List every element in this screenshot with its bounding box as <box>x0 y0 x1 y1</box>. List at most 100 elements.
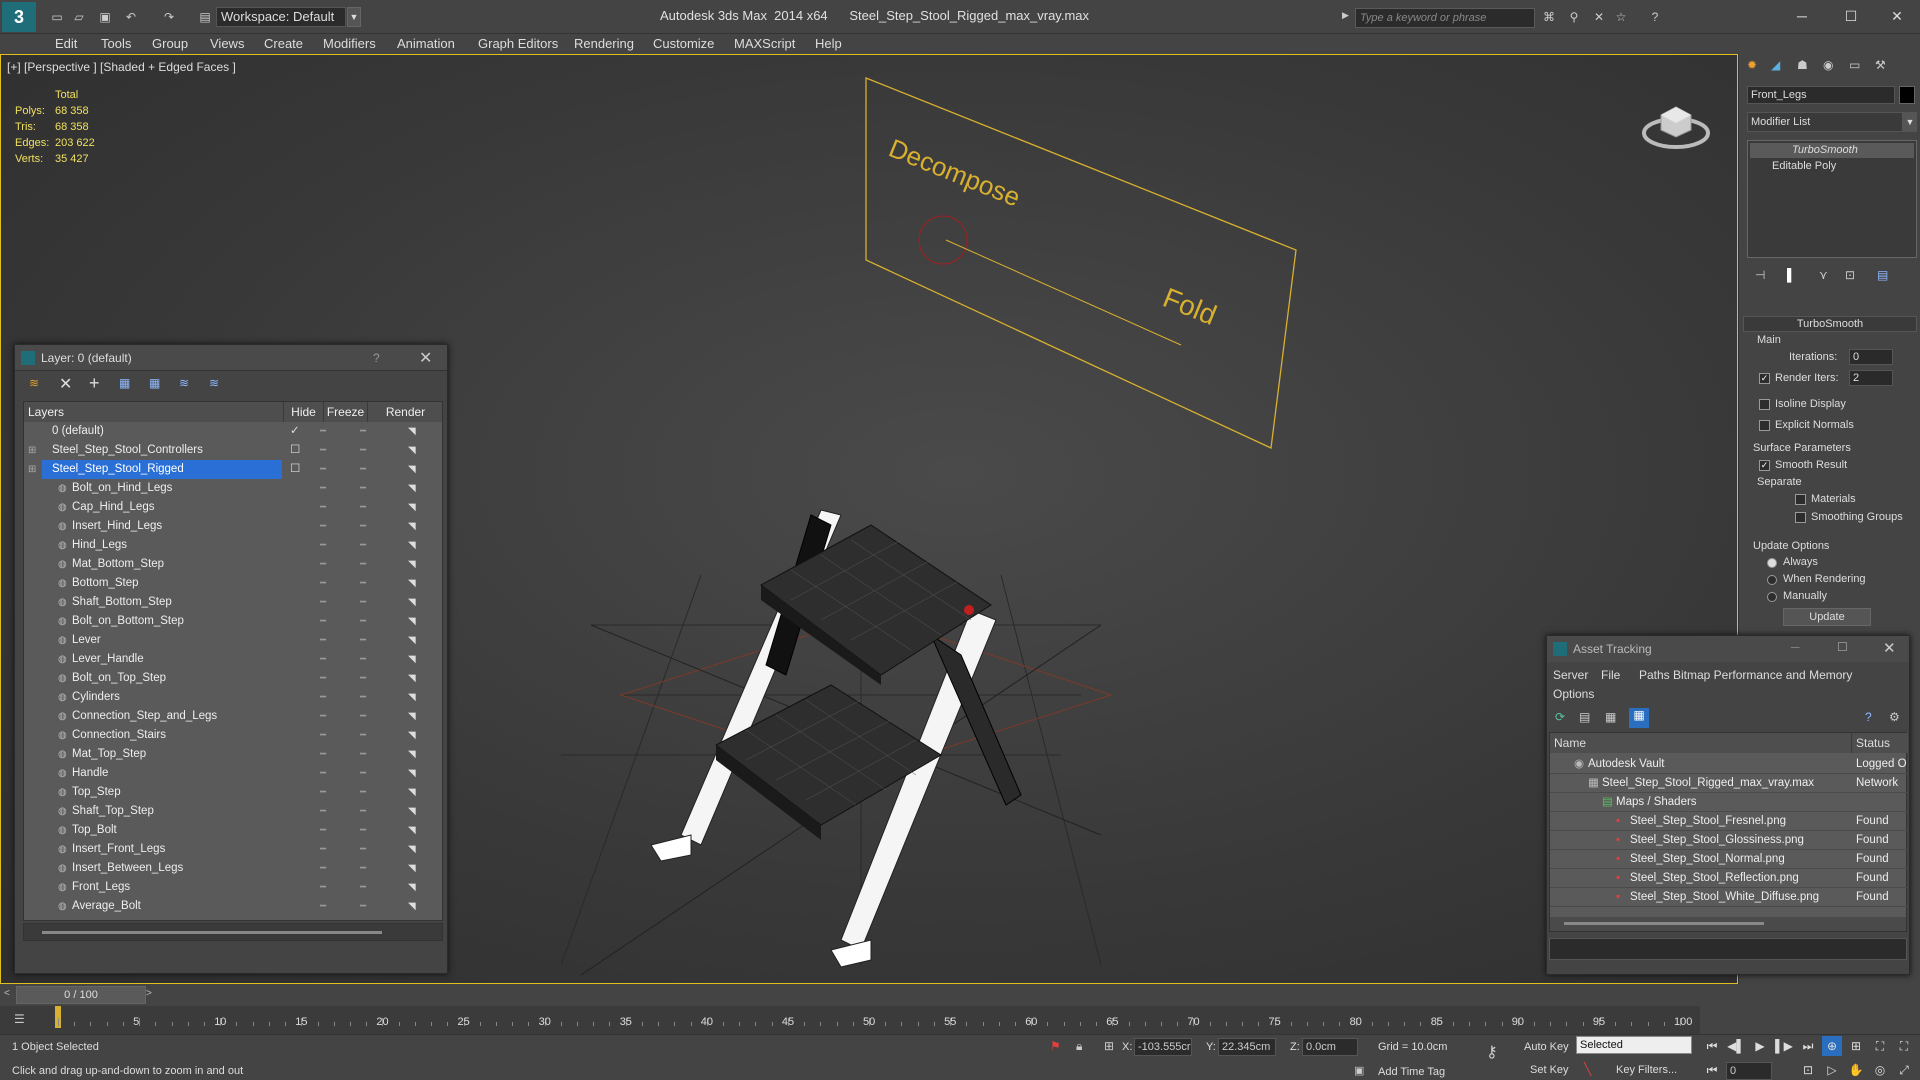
render-toggle-icon[interactable]: ◥ <box>408 593 416 612</box>
remove-modifier-icon[interactable]: ⊡ <box>1845 268 1855 282</box>
freeze-toggle-icon[interactable]: ━ <box>360 840 366 859</box>
render-toggle-icon[interactable]: ◥ <box>408 422 416 441</box>
go-to-end-icon[interactable]: ⏭ <box>1798 1036 1818 1056</box>
freeze-all-icon[interactable]: ≋ <box>209 376 219 390</box>
display-tab-icon[interactable]: ▭ <box>1849 58 1860 72</box>
help-icon[interactable]: ? <box>1865 710 1872 724</box>
object-row[interactable]: ◍ Lever ━ ━ ◥ <box>24 631 442 650</box>
key-mode-toggle-icon[interactable]: ⏮ <box>1702 1060 1722 1080</box>
stack-item-editable-poly[interactable]: Editable Poly <box>1750 159 1914 174</box>
tools-icon[interactable]: ✕ <box>1590 9 1608 25</box>
asset-hscroll[interactable] <box>1550 917 1906 931</box>
hide-toggle-icon[interactable]: ━ <box>320 612 326 631</box>
play-icon[interactable]: ▶ <box>1750 1036 1770 1056</box>
column-hide[interactable]: Hide <box>284 402 324 422</box>
help-icon[interactable]: ? <box>373 351 380 365</box>
pin-stack-icon[interactable]: ⊣ <box>1755 268 1765 282</box>
manually-radio[interactable] <box>1767 592 1777 602</box>
make-unique-icon[interactable]: ⋎ <box>1819 268 1828 282</box>
highlight-layer-icon[interactable]: ▦ <box>149 376 160 390</box>
field-of-view-icon[interactable]: ▷ <box>1822 1060 1842 1080</box>
hide-toggle-icon[interactable]: ━ <box>320 688 326 707</box>
hide-toggle-icon[interactable]: ━ <box>320 574 326 593</box>
menu-bitmap-performance[interactable]: Bitmap Performance and Memory <box>1673 668 1852 682</box>
explicit-normals-checkbox[interactable] <box>1759 420 1770 431</box>
detail-view-icon[interactable]: ▦ <box>1605 710 1616 724</box>
object-name[interactable]: Handle <box>72 764 108 783</box>
asset-row[interactable]: ▦ Steel_Step_Stool_Rigged_max_vray.max N… <box>1550 774 1908 793</box>
menu-modifiers[interactable]: Modifiers <box>323 36 376 51</box>
asset-row[interactable]: ▪ Steel_Step_Stool_Reflection.png Found <box>1550 869 1908 888</box>
render-toggle-icon[interactable]: ◥ <box>408 536 416 555</box>
select-objects-icon[interactable]: ▦ <box>119 376 130 390</box>
track-bar[interactable]: ☰ 5 10 15 20 25 30 35 40 45 50 55 60 65 70 75 80 85 90 95 1… <box>0 1006 1700 1034</box>
render-toggle-icon[interactable]: ◥ <box>408 726 416 745</box>
close-icon[interactable]: ✕ <box>1883 639 1896 657</box>
render-toggle-icon[interactable]: ◥ <box>408 707 416 726</box>
object-row[interactable]: ◍ Mat_Top_Step ━ ━ ◥ <box>24 745 442 764</box>
object-row[interactable]: ◍ Mat_Bottom_Step ━ ━ ◥ <box>24 555 442 574</box>
layer-row[interactable]: 0 (default) ✓ ━ ━ ◥ <box>24 422 442 441</box>
undo-icon[interactable]: ↶ <box>122 9 140 25</box>
render-iters-checkbox[interactable]: ✓ <box>1759 373 1770 384</box>
favorites-star-icon[interactable]: ☆ <box>1612 9 1630 25</box>
object-row[interactable]: ◍ Cap_Hind_Legs ━ ━ ◥ <box>24 498 442 517</box>
render-toggle-icon[interactable]: ◥ <box>408 555 416 574</box>
hide-toggle-icon[interactable]: ━ <box>320 460 326 479</box>
freeze-toggle-icon[interactable]: ━ <box>360 802 366 821</box>
render-toggle-icon[interactable]: ◥ <box>408 764 416 783</box>
menu-maxscript[interactable]: MAXScript <box>734 36 795 51</box>
layer-row[interactable]: ⊞ Steel_Step_Stool_Rigged ☐ ━ ━ ◥ <box>24 460 442 479</box>
menu-file[interactable]: File <box>1601 668 1620 682</box>
update-button[interactable]: Update <box>1783 608 1871 626</box>
object-name[interactable]: Top_Bolt <box>72 821 117 840</box>
project-folder-icon[interactable]: ▤ <box>196 9 214 25</box>
hide-toggle-icon[interactable]: ━ <box>320 650 326 669</box>
freeze-toggle-icon[interactable]: ━ <box>360 859 366 878</box>
render-toggle-icon[interactable]: ◥ <box>408 574 416 593</box>
menu-group[interactable]: Group <box>152 36 188 51</box>
hide-toggle-icon[interactable]: ━ <box>320 555 326 574</box>
asset-row[interactable]: ▤ Maps / Shaders <box>1550 793 1908 812</box>
table-view-icon[interactable]: ▦ <box>1629 708 1649 728</box>
always-radio[interactable] <box>1767 558 1777 568</box>
column-name[interactable]: Name <box>1550 733 1852 753</box>
object-name-field[interactable]: Front_Legs <box>1747 86 1895 104</box>
asset-titlebar[interactable]: Asset Tracking ─ ☐ ✕ <box>1547 636 1909 662</box>
asset-row[interactable]: ▪ Steel_Step_Stool_White_Diffuse.png Fou… <box>1550 888 1908 907</box>
render-toggle-icon[interactable]: ◥ <box>408 840 416 859</box>
object-name[interactable]: Cap_Hind_Legs <box>72 498 154 517</box>
hide-toggle-icon[interactable]: ━ <box>320 878 326 897</box>
hierarchy-tab-icon[interactable]: ☗ <box>1797 58 1808 72</box>
freeze-toggle-icon[interactable]: ━ <box>360 441 366 460</box>
maxscript-listener[interactable] <box>4 1037 1034 1057</box>
hide-toggle-icon[interactable]: ━ <box>320 764 326 783</box>
add-time-tag[interactable]: Add Time Tag <box>1378 1066 1445 1078</box>
close-icon[interactable]: ✕ <box>1880 6 1914 26</box>
layer-window-titlebar[interactable]: Layer: 0 (default) ? ✕ <box>15 345 447 371</box>
menu-edit[interactable]: Edit <box>55 36 77 51</box>
object-name[interactable]: Insert_Hind_Legs <box>72 517 162 536</box>
freeze-toggle-icon[interactable]: ━ <box>360 460 366 479</box>
save-file-icon[interactable]: ▣ <box>96 9 114 25</box>
workspace-dropdown[interactable]: Workspace: Default <box>216 7 346 27</box>
zoom-all-icon[interactable]: ⊞ <box>1846 1036 1866 1056</box>
when-rendering-radio[interactable] <box>1767 575 1777 585</box>
absolute-mode-icon[interactable]: ⊞ <box>1104 1039 1114 1053</box>
render-toggle-icon[interactable]: ◥ <box>408 631 416 650</box>
refresh-icon[interactable]: ⟳ <box>1555 710 1565 724</box>
hide-toggle-icon[interactable]: ━ <box>320 802 326 821</box>
materials-checkbox[interactable] <box>1795 494 1806 505</box>
object-row[interactable]: ◍ Top_Step ━ ━ ◥ <box>24 783 442 802</box>
modify-tab-icon[interactable]: ◢ <box>1771 58 1780 72</box>
hide-toggle-icon[interactable]: ━ <box>320 707 326 726</box>
hide-toggle-icon[interactable]: ━ <box>320 669 326 688</box>
key-selection-dropdown[interactable]: Selected <box>1576 1036 1692 1054</box>
freeze-toggle-icon[interactable]: ━ <box>360 555 366 574</box>
current-frame-field[interactable]: 0 <box>1726 1062 1772 1080</box>
asset-row[interactable]: ▪ Steel_Step_Stool_Normal.png Found <box>1550 850 1908 869</box>
hide-toggle-icon[interactable]: ━ <box>320 536 326 555</box>
column-freeze[interactable]: Freeze <box>324 402 368 422</box>
hide-toggle-icon[interactable]: ━ <box>320 821 326 840</box>
maximize-icon[interactable]: ☐ <box>1834 6 1868 26</box>
